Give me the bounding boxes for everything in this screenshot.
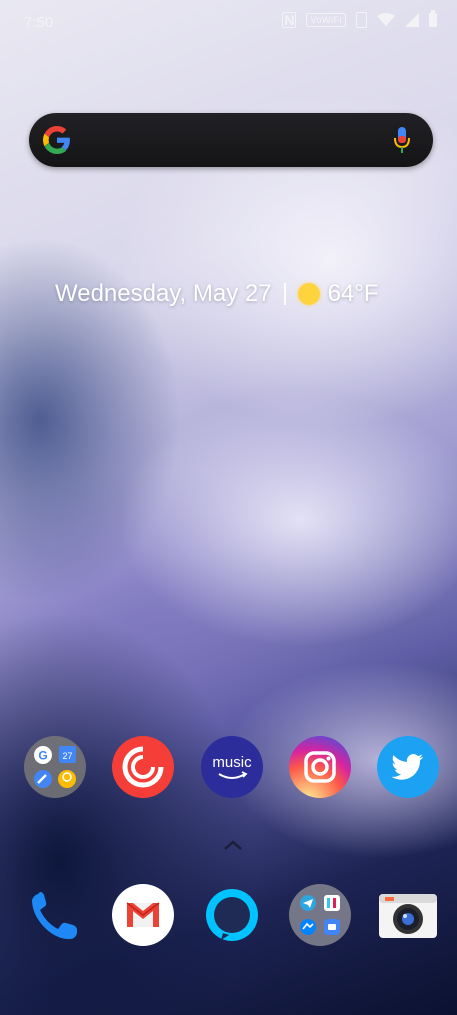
glance-separator: [283, 283, 286, 305]
status-icons: N VoWiFi: [282, 10, 437, 28]
vowifi-icon: VoWiFi: [306, 13, 346, 27]
camera-glyph: [379, 894, 437, 938]
status-bar: 7:50 N VoWiFi: [0, 0, 457, 46]
google-g-icon[interactable]: [43, 126, 71, 154]
home-app-row: G 27 music: [0, 736, 457, 806]
alexa-icon[interactable]: [201, 884, 263, 946]
cellular-signal-icon: [405, 13, 419, 27]
social-folder-icon[interactable]: [289, 884, 351, 946]
mic-icon[interactable]: [393, 127, 411, 153]
instagram-icon[interactable]: [289, 736, 351, 798]
phone-handset-glyph: [32, 892, 77, 940]
phone-icon[interactable]: [24, 884, 86, 946]
amazon-music-glyph: music: [212, 754, 252, 779]
camera-icon[interactable]: [377, 884, 439, 946]
nfc-icon: N: [282, 12, 297, 28]
calendar-badge: 27: [62, 751, 72, 761]
dock-app-row: [0, 884, 457, 954]
amazon-music-label: music: [212, 754, 252, 771]
glance-temperature[interactable]: 64°F: [328, 280, 379, 308]
twitter-bird-glyph: [391, 754, 424, 780]
sun-icon: [297, 283, 320, 305]
amazon-music-icon[interactable]: music: [201, 736, 263, 798]
social-folder-contents: [300, 895, 340, 935]
vibrate-icon: [356, 12, 367, 28]
google-folder-icon[interactable]: G 27: [24, 736, 86, 798]
gmail-icon[interactable]: [112, 884, 174, 946]
alexa-ring-glyph: [206, 889, 258, 941]
at-a-glance-widget[interactable]: Wednesday, May 27 64°F: [55, 278, 415, 310]
svg-text:G: G: [38, 749, 47, 763]
battery-icon: [429, 10, 437, 27]
pocketcasts-glyph: [122, 746, 164, 788]
twitter-icon[interactable]: [377, 736, 439, 798]
wifi-icon: [377, 13, 395, 26]
pocketcasts-icon[interactable]: [112, 736, 174, 798]
instagram-glyph: [304, 751, 336, 783]
google-folder-contents: G 27: [34, 746, 76, 788]
status-time: 7:50: [24, 14, 54, 31]
app-drawer-chevron-up-icon[interactable]: [222, 838, 244, 852]
glance-date[interactable]: Wednesday, May 27: [55, 280, 272, 308]
gmail-glyph: [126, 902, 160, 927]
google-search-bar[interactable]: [29, 113, 433, 167]
